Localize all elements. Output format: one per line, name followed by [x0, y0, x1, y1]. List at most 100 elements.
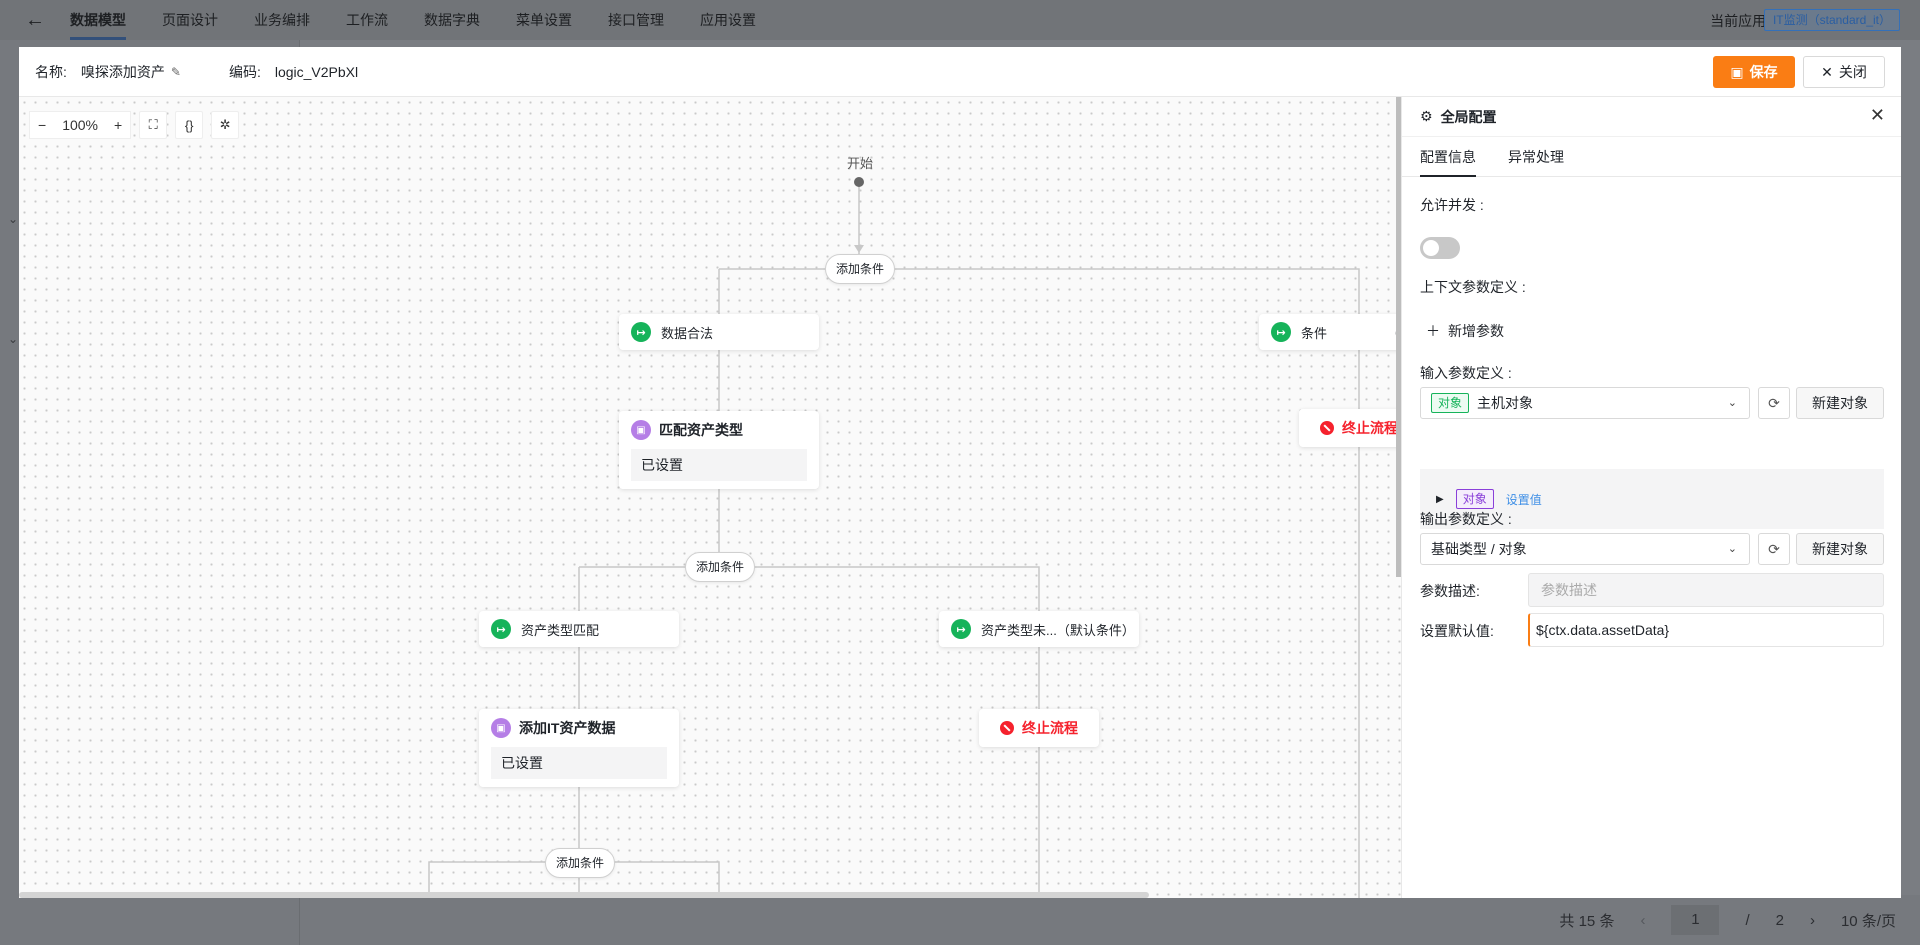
settings-gear-icon: ⚙	[1420, 108, 1433, 124]
refresh-icon[interactable]: ⟳	[1758, 387, 1790, 419]
close-icon: ✕	[1821, 63, 1833, 80]
chevron-down-icon: ⌄	[8, 212, 19, 226]
expand-triangle-icon[interactable]: ▶	[1436, 494, 1444, 505]
save-button[interactable]: ▣ 保存	[1713, 56, 1795, 88]
stop-node[interactable]: 终止流程	[979, 709, 1099, 747]
action-title: 匹配资产类型	[659, 422, 743, 438]
page-size-select[interactable]: 10 条/页	[1841, 910, 1896, 931]
nav-api-management[interactable]: 接口管理	[608, 0, 664, 40]
debug-bug-icon[interactable]: ✲	[211, 111, 240, 139]
plus-icon: ＋	[1426, 323, 1440, 339]
param-desc-label: 参数描述:	[1420, 583, 1480, 599]
branch-icon: ↦	[631, 322, 651, 342]
nav-app-settings[interactable]: 应用设置	[700, 0, 756, 40]
action-node[interactable]: ▣ 匹配资产类型 已设置	[619, 411, 819, 489]
flow-connectors	[428, 177, 1360, 898]
current-app-label: 当前应用:	[1710, 13, 1770, 29]
zoom-control: − 100% +	[29, 111, 132, 139]
param-desc-input[interactable]: 参数描述	[1528, 573, 1884, 607]
new-object-button[interactable]: 新建对象	[1796, 387, 1884, 419]
branch-icon: ↦	[1271, 322, 1291, 342]
panel-close-icon[interactable]: ✕	[1870, 105, 1885, 126]
action-status: 已设置	[491, 747, 667, 779]
action-status: 已设置	[631, 449, 807, 481]
new-object-button[interactable]: 新建对象	[1796, 533, 1884, 565]
name-label: 名称:	[35, 63, 67, 80]
canvas-toolbar: − 100% + ⛶ {} ✲	[29, 111, 240, 139]
nav-workflow[interactable]: 工作流	[346, 0, 388, 40]
object-tag: 对象	[1455, 489, 1494, 509]
save-icon: ▣	[1730, 63, 1744, 80]
condition-node[interactable]: ↦ 数据合法	[619, 314, 819, 350]
zoom-out-icon[interactable]: −	[30, 117, 54, 133]
stop-node[interactable]: 终止流程	[1299, 409, 1401, 447]
save-label: 保存	[1749, 64, 1778, 80]
page-separator: /	[1745, 911, 1750, 929]
stop-icon	[1320, 421, 1334, 435]
condition-node[interactable]: ↦ 条件 （默	[1259, 314, 1401, 350]
action-node[interactable]: ▣ 添加IT资产数据 已设置	[479, 709, 679, 787]
set-value-link[interactable]: 设置值	[1506, 491, 1542, 508]
nav-menu-settings[interactable]: 菜单设置	[516, 0, 572, 40]
code-label: 编码:	[228, 63, 261, 80]
add-param-button[interactable]: ＋ 新增参数	[1426, 321, 1504, 341]
next-page-icon[interactable]: ›	[1810, 912, 1815, 929]
condition-label: 资产类型未...（默认条件）	[981, 622, 1135, 638]
tab-exception-handling[interactable]: 异常处理	[1508, 137, 1564, 177]
stop-label: 终止流程	[1342, 420, 1398, 436]
context-params-label: 上下文参数定义 :	[1420, 279, 1526, 295]
input-params-select[interactable]: 对象 主机对象 ⌄	[1420, 387, 1750, 419]
condition-node[interactable]: ↦ 资产类型未...（默认条件）	[939, 611, 1139, 647]
add-condition-button[interactable]: 添加条件	[825, 254, 896, 284]
stop-label: 终止流程	[1022, 720, 1078, 736]
output-params-select[interactable]: 基础类型 / 对象 ⌄	[1420, 533, 1750, 565]
close-label: 关闭	[1838, 64, 1867, 80]
nav-page-design[interactable]: 页面设计	[162, 0, 218, 40]
total-count: 共 15 条	[1559, 912, 1615, 930]
global-config-panel: ⚙ 全局配置 ✕ 配置信息 异常处理 允许并发 : 上下文参数定义 : ＋ 新增…	[1401, 97, 1901, 898]
panel-header: ⚙ 全局配置 ✕	[1402, 97, 1901, 137]
modal-header: 名称: 嗅探添加资产 ✎ 编码: logic_V2PbXl ▣ 保存 ✕ 关闭	[19, 47, 1901, 97]
branch-icon: ↦	[951, 619, 971, 639]
code-value: logic_V2PbXl	[274, 63, 359, 80]
action-icon: ▣	[491, 718, 511, 738]
zoom-level: 100%	[62, 117, 98, 133]
panel-title: 全局配置	[1440, 108, 1497, 125]
current-app-tag[interactable]: IT监测（standard_it）	[1763, 9, 1900, 31]
name-value: 嗅探添加资产	[80, 63, 165, 80]
refresh-icon[interactable]: ⟳	[1758, 533, 1790, 565]
back-arrow-icon[interactable]: ←	[0, 9, 70, 32]
output-params-label: 输出参数定义 :	[1420, 511, 1512, 527]
chevron-down-icon: ⌄	[1727, 543, 1737, 555]
logic-editor-modal: 名称: 嗅探添加资产 ✎ 编码: logic_V2PbXl ▣ 保存 ✕ 关闭	[19, 47, 1901, 898]
default-value-input[interactable]: ${ctx.data.assetData}	[1528, 613, 1884, 647]
code-braces-icon[interactable]: {}	[175, 111, 204, 139]
nav-business-orchestration[interactable]: 业务编排	[254, 0, 310, 40]
tab-config-info[interactable]: 配置信息	[1420, 137, 1476, 177]
flow-canvas[interactable]: − 100% + ⛶ {} ✲ 开始 添加条件 ↦ 数据合法 ↦ 条件 （默 ▣…	[19, 97, 1401, 898]
default-value-label: 设置默认值:	[1420, 623, 1494, 639]
add-condition-button[interactable]: 添加条件	[545, 848, 616, 878]
edit-icon[interactable]: ✎	[171, 65, 181, 79]
zoom-in-icon[interactable]: +	[106, 117, 130, 133]
condition-label: 资产类型匹配	[521, 622, 600, 638]
nav-data-model[interactable]: 数据模型	[70, 0, 126, 40]
chevron-down-icon: ⌄	[1727, 397, 1737, 409]
condition-label: 数据合法	[661, 325, 714, 341]
prev-page-icon[interactable]: ‹	[1640, 912, 1645, 929]
page-input[interactable]: 1	[1671, 905, 1720, 935]
branch-icon: ↦	[491, 619, 511, 639]
top-navigation: ← 数据模型 页面设计 业务编排 工作流 数据字典 菜单设置 接口管理 应用设置…	[0, 0, 1920, 40]
action-icon: ▣	[631, 420, 651, 440]
action-title: 添加IT资产数据	[519, 720, 616, 736]
fullscreen-icon[interactable]: ⛶	[139, 111, 168, 139]
allow-concurrent-toggle[interactable]	[1420, 237, 1460, 259]
close-button[interactable]: ✕ 关闭	[1803, 56, 1885, 88]
horizontal-scrollbar[interactable]	[19, 892, 1149, 898]
background-pagination: 共 15 条 ‹ 1 / 2 › 10 条/页	[300, 895, 1920, 945]
nav-data-dictionary[interactable]: 数据字典	[424, 0, 480, 40]
chevron-down-icon: ⌄	[8, 332, 19, 346]
condition-node[interactable]: ↦ 资产类型匹配	[479, 611, 679, 647]
input-select-value: 主机对象	[1477, 395, 1534, 411]
add-condition-button[interactable]: 添加条件	[685, 552, 756, 582]
